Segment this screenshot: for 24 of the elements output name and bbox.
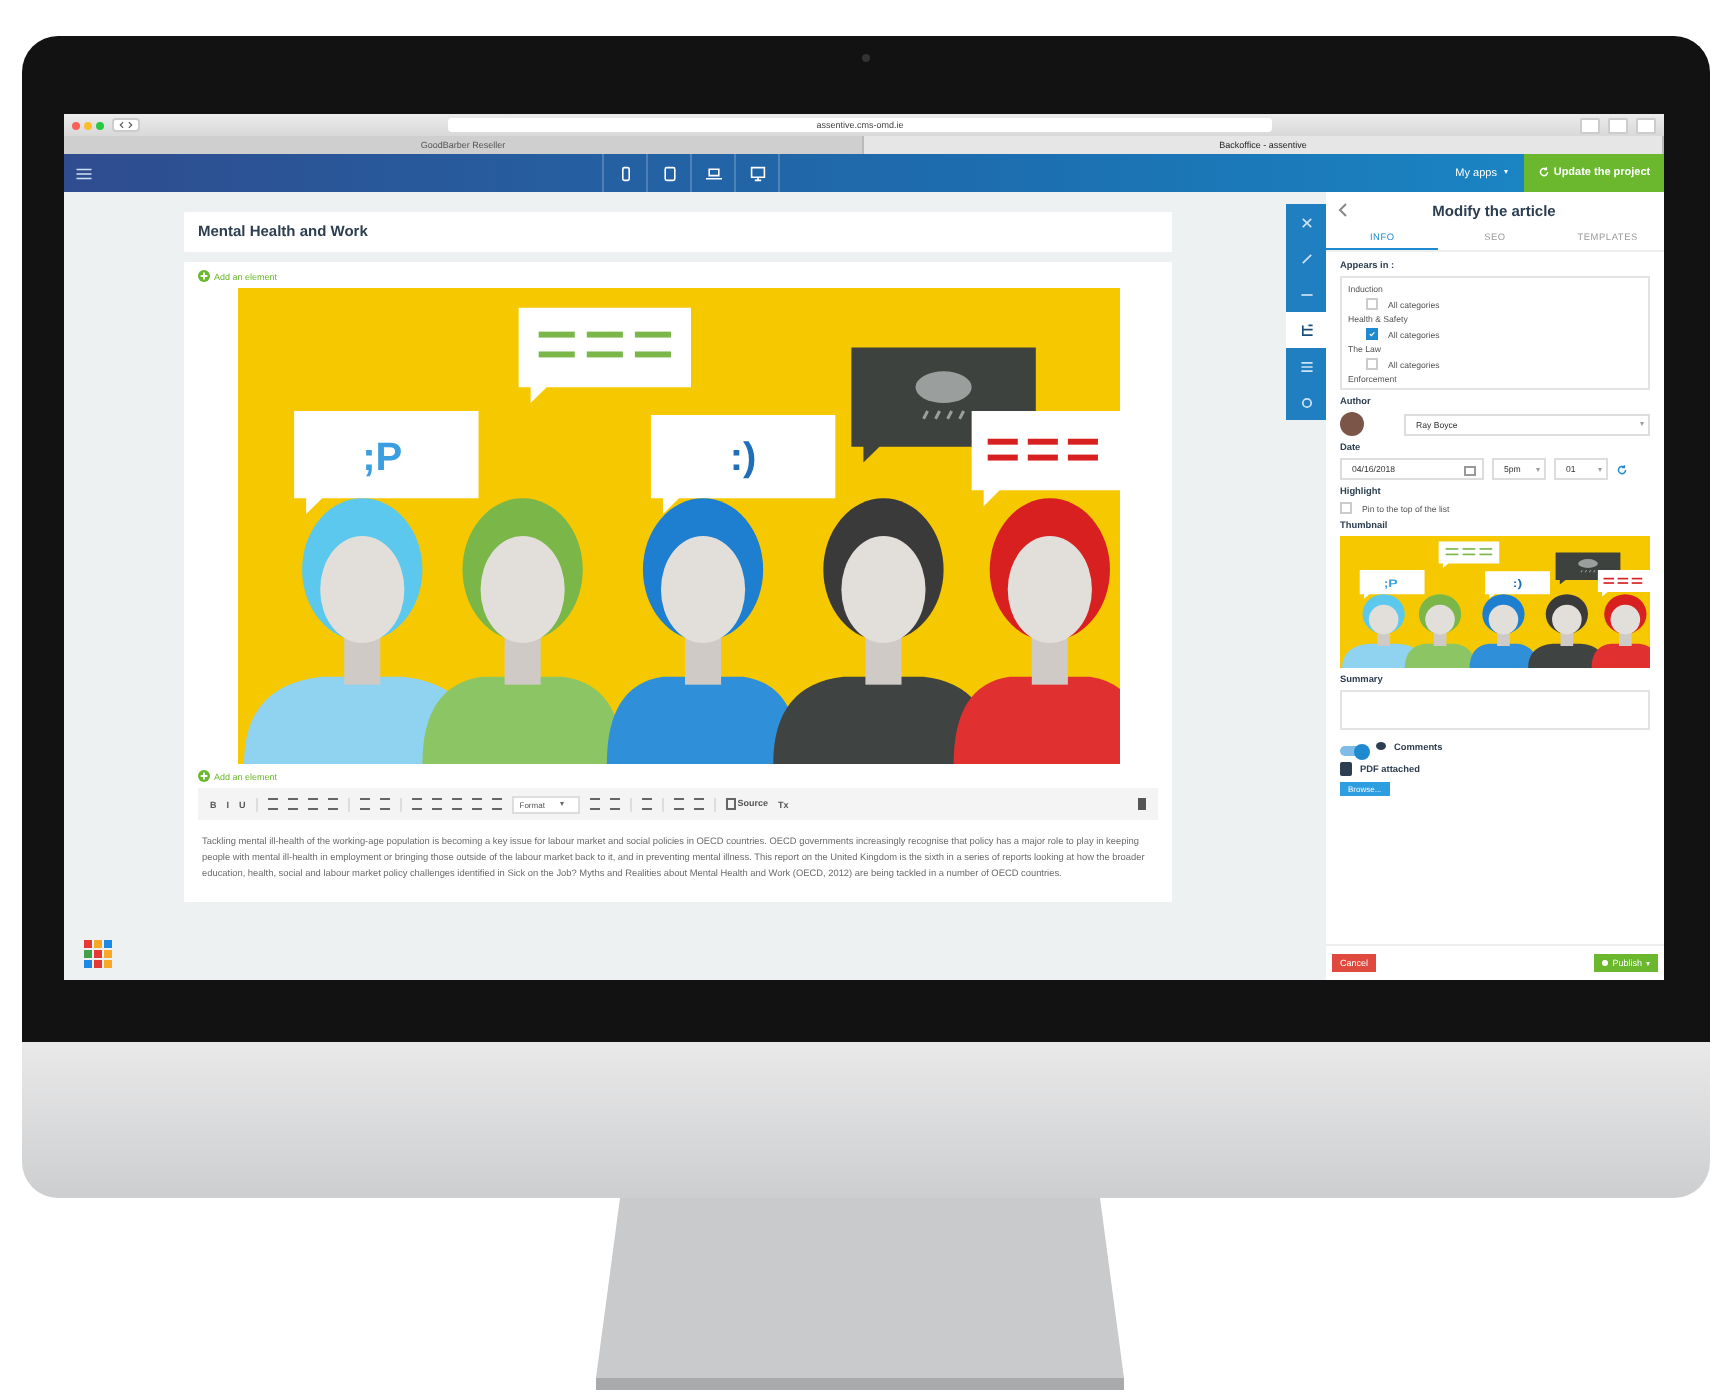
speech-bubble-icon — [1376, 742, 1386, 750]
plus-icon — [198, 770, 210, 782]
bubble-text: :) — [728, 436, 756, 481]
toolbar-icon[interactable] — [641, 798, 652, 810]
menu-icon[interactable] — [76, 167, 92, 179]
bubble-text: ;P — [361, 436, 402, 481]
avatar-icon — [1340, 412, 1364, 436]
settings-icon[interactable] — [1286, 384, 1326, 420]
checkbox[interactable] — [1340, 502, 1352, 514]
refresh-icon — [1537, 166, 1550, 179]
refresh-icon[interactable] — [1616, 463, 1628, 475]
pdf-icon — [1340, 762, 1352, 776]
back-forward-icon[interactable] — [112, 118, 140, 132]
checkbox[interactable] — [1366, 358, 1378, 370]
grid-logo-icon — [84, 940, 112, 968]
camera-icon — [862, 54, 870, 62]
plus-icon — [198, 270, 210, 282]
comments-toggle[interactable] — [1340, 746, 1368, 756]
back-icon[interactable] — [1338, 202, 1348, 218]
monitor-icon[interactable] — [734, 154, 780, 192]
tree-icon[interactable] — [1286, 312, 1326, 348]
checkbox[interactable] — [1366, 328, 1378, 340]
checkbox[interactable] — [1366, 298, 1378, 310]
summary-field[interactable] — [1340, 690, 1650, 730]
